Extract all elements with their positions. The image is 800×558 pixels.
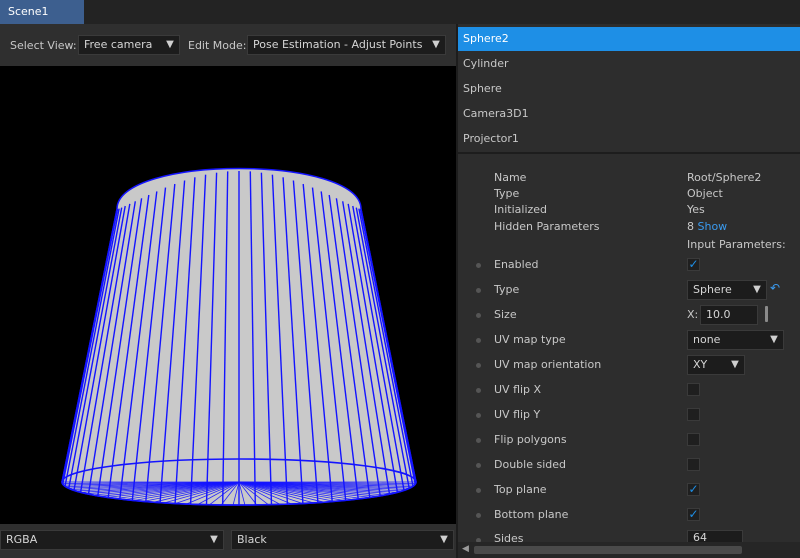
channel-value: RGBA — [6, 533, 38, 546]
uv-flip-x-checkbox[interactable] — [687, 383, 700, 396]
enabled-checkbox[interactable]: ✓ — [687, 258, 700, 271]
flip-polygons-checkbox[interactable] — [687, 433, 700, 446]
inspector-panel: Sphere2 Cylinder Sphere Camera3D1 Projec… — [458, 24, 800, 558]
scroll-left-icon[interactable]: ◀ — [462, 544, 469, 554]
uv-map-orientation-dropdown[interactable]: XY ▼ — [687, 355, 745, 375]
list-item[interactable]: Projector1 — [458, 127, 800, 151]
scrollbar-thumb[interactable] — [474, 546, 742, 554]
bullet-dot-icon — [476, 338, 481, 343]
bullet-dot-icon — [476, 513, 481, 518]
bullet-dot-icon — [476, 288, 481, 293]
chevron-down-icon: ▼ — [166, 39, 174, 50]
initialized-value: Yes — [687, 203, 705, 216]
horizontal-scrollbar[interactable]: ◀ — [458, 542, 800, 558]
chevron-down-icon: ▼ — [440, 534, 448, 545]
3d-scene — [61, 167, 417, 506]
size-input-value: 10.0 — [706, 308, 731, 321]
select-view-value: Free camera — [84, 38, 153, 51]
top-plane-checkbox[interactable]: ✓ — [687, 483, 700, 496]
checkmark-icon: ✓ — [688, 507, 699, 521]
select-view-dropdown[interactable]: Free camera ▼ — [78, 35, 180, 55]
top-plane-label: Top plane — [494, 483, 547, 496]
bullet-dot-icon — [476, 313, 481, 318]
bottom-plane-checkbox[interactable]: ✓ — [687, 508, 700, 521]
chevron-down-icon: ▼ — [770, 334, 778, 345]
type-dropdown-value: Sphere — [693, 283, 732, 296]
hidden-params-value: 8 Show — [687, 220, 727, 233]
bullet-dot-icon — [476, 388, 481, 393]
type-info-label: Type — [494, 187, 520, 200]
select-view-label: Select View: — [10, 39, 77, 52]
list-item[interactable]: Sphere2 — [458, 27, 800, 51]
uv-flip-y-label: UV flip Y — [494, 408, 541, 421]
tab-bar: Scene1 Editor — [0, 0, 800, 42]
list-item[interactable]: Camera3D1 — [458, 102, 800, 126]
bullet-dot-icon — [476, 463, 481, 468]
uv-map-orientation-label: UV map orientation — [494, 358, 602, 371]
enabled-label: Enabled — [494, 258, 539, 271]
chevron-down-icon: ▼ — [432, 39, 440, 50]
type-param-label: Type — [494, 283, 520, 296]
chevron-down-icon: ▼ — [753, 284, 761, 295]
reset-arrow-icon[interactable]: ↶ — [770, 281, 780, 295]
spinner-handle-icon[interactable] — [765, 306, 768, 322]
chevron-down-icon: ▼ — [731, 359, 739, 370]
uv-map-type-dropdown[interactable]: none ▼ — [687, 330, 784, 350]
uv-flip-y-checkbox[interactable] — [687, 408, 700, 421]
type-dropdown[interactable]: Sphere ▼ — [687, 280, 767, 300]
edit-mode-dropdown[interactable]: Pose Estimation - Adjust Points ▼ — [247, 35, 446, 55]
properties-panel: Name Root/Sphere2 Type Object Initialize… — [458, 154, 800, 558]
size-input[interactable]: 10.0 — [700, 305, 758, 325]
viewport-panel: Select View: Free camera ▼ Edit Mode: Po… — [0, 24, 456, 558]
chevron-down-icon: ▼ — [210, 534, 218, 545]
flip-polygons-label: Flip polygons — [494, 433, 567, 446]
bullet-dot-icon — [476, 363, 481, 368]
double-sided-checkbox[interactable] — [687, 458, 700, 471]
uv-map-type-value: none — [693, 333, 721, 346]
uv-map-type-label: UV map type — [494, 333, 566, 346]
checkmark-icon: ✓ — [688, 482, 699, 496]
size-label: Size — [494, 308, 517, 321]
uv-map-orientation-value: XY — [693, 358, 708, 371]
hidden-params-label: Hidden Parameters — [494, 220, 600, 233]
viewport-bottom-bar: RGBA ▼ Black ▼ — [0, 524, 456, 558]
name-label: Name — [494, 171, 527, 184]
bullet-dot-icon — [476, 413, 481, 418]
wireframe-mesh — [61, 167, 417, 506]
tab-scene-editor[interactable]: Scene1 Editor — [0, 0, 84, 42]
edit-mode-label: Edit Mode: — [188, 39, 247, 52]
list-item[interactable]: Sphere — [458, 77, 800, 101]
show-hidden-link[interactable]: Show — [698, 220, 728, 233]
background-dropdown[interactable]: Black ▼ — [231, 530, 454, 550]
viewport-toolbar: Select View: Free camera ▼ Edit Mode: Po… — [0, 24, 456, 66]
initialized-label: Initialized — [494, 203, 548, 216]
background-value: Black — [237, 533, 267, 546]
uv-flip-x-label: UV flip X — [494, 383, 542, 396]
edit-mode-value: Pose Estimation - Adjust Points — [253, 38, 423, 51]
double-sided-label: Double sided — [494, 458, 566, 471]
input-params-heading: Input Parameters: — [687, 238, 786, 251]
name-value: Root/Sphere2 — [687, 171, 762, 184]
bullet-dot-icon — [476, 488, 481, 493]
list-item[interactable]: Cylinder — [458, 52, 800, 76]
channel-dropdown[interactable]: RGBA ▼ — [0, 530, 224, 550]
3d-viewport[interactable] — [0, 66, 456, 524]
type-info-value: Object — [687, 187, 723, 200]
scene-object-list: Sphere2 Cylinder Sphere Camera3D1 Projec… — [458, 24, 800, 154]
bullet-dot-icon — [476, 263, 481, 268]
bottom-plane-label: Bottom plane — [494, 508, 569, 521]
checkmark-icon: ✓ — [688, 257, 699, 271]
hidden-params-count: 8 — [687, 220, 694, 233]
bullet-dot-icon — [476, 438, 481, 443]
size-axis-label: X: — [687, 308, 699, 321]
